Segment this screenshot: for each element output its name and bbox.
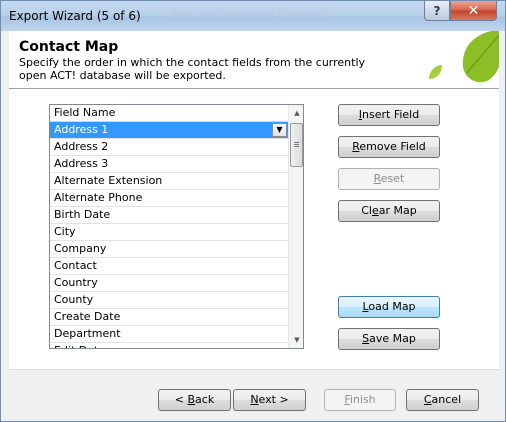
list-item-label: Alternate Phone xyxy=(54,191,143,204)
small-leaf-icon xyxy=(429,65,442,79)
window-title: Export Wizard (5 of 6) xyxy=(9,9,141,23)
list-item[interactable]: City xyxy=(50,224,288,241)
list-item-label: Company xyxy=(54,242,107,255)
list-item[interactable]: County xyxy=(50,292,288,309)
list-item-label: Country xyxy=(54,276,98,289)
chevron-down-icon[interactable]: ▼ xyxy=(272,123,287,137)
list-item-label: Birth Date xyxy=(54,208,111,221)
list-item[interactable]: Country xyxy=(50,275,288,292)
page-description: Specify the order in which the contact f… xyxy=(19,56,366,82)
list-item-label: Edit Date xyxy=(54,344,105,348)
list-item-label: Contact xyxy=(54,259,97,272)
list-item-label: Department xyxy=(54,327,121,340)
background-window-title: New and Improved Features xyxy=(171,8,326,21)
list-item[interactable]: Create Date xyxy=(50,309,288,326)
list-item-label: City xyxy=(54,225,76,238)
list-item[interactable]: Company xyxy=(50,241,288,258)
page-title: Contact Map xyxy=(19,39,119,55)
cancel-button[interactable]: Cancel xyxy=(406,389,479,411)
export-wizard-window: Export Wizard (5 of 6) New and Improved … xyxy=(0,0,506,422)
list-item[interactable]: Department xyxy=(50,326,288,343)
list-item-label: Address 3 xyxy=(54,157,109,170)
close-icon: ✕ xyxy=(467,2,480,19)
close-button[interactable]: ✕ xyxy=(450,1,497,21)
scroll-up-icon[interactable]: ▲ xyxy=(289,105,303,121)
list-item-label: Create Date xyxy=(54,310,121,323)
help-icon: ? xyxy=(433,3,441,18)
list-item-label: Alternate Extension xyxy=(54,174,163,187)
field-name-column-header[interactable]: Field Name xyxy=(50,105,288,122)
leaf-logo-icon xyxy=(462,31,499,83)
list-item[interactable]: Contact xyxy=(50,258,288,275)
list-item-label: County xyxy=(54,293,94,306)
list-item-label: Address 2 xyxy=(54,140,109,153)
list-item[interactable]: Address 2 xyxy=(50,139,288,156)
title-bar[interactable]: Export Wizard (5 of 6) New and Improved … xyxy=(1,1,505,31)
list-item-label: Address 1 xyxy=(54,123,109,136)
back-button[interactable]: < Back xyxy=(158,389,231,411)
save-map-button[interactable]: Save Map xyxy=(338,328,440,350)
finish-button[interactable]: Finish xyxy=(324,389,396,411)
list-item[interactable]: Alternate Extension xyxy=(50,173,288,190)
list-scrollbar[interactable]: ▲ ▼ xyxy=(288,105,303,348)
list-item[interactable]: Alternate Phone xyxy=(50,190,288,207)
load-map-button[interactable]: Load Map xyxy=(338,296,440,318)
wizard-header: Contact Map Specify the order in which t… xyxy=(9,31,499,89)
field-list-rows: Address 1 ▼ Address 2 Address 3 Alternate Ex… xyxy=(50,122,288,348)
list-item[interactable]: Address 1 ▼ xyxy=(50,122,288,139)
list-item[interactable]: Address 3 xyxy=(50,156,288,173)
remove-field-button[interactable]: Remove Field xyxy=(338,136,440,158)
next-button[interactable]: Next > xyxy=(233,389,306,411)
reset-button[interactable]: Reset xyxy=(338,168,440,190)
list-item[interactable]: Birth Date xyxy=(50,207,288,224)
list-item[interactable]: Edit Date xyxy=(50,343,288,348)
footer-separator xyxy=(9,369,499,370)
insert-field-button[interactable]: Insert Field xyxy=(338,104,440,126)
scroll-down-icon[interactable]: ▼ xyxy=(289,332,303,348)
field-name-list[interactable]: Field Name Address 1 ▼ Address 2 Address 3A… xyxy=(49,104,304,349)
clear-map-button[interactable]: Clear Map xyxy=(338,200,440,222)
help-button[interactable]: ? xyxy=(424,1,450,21)
scroll-thumb[interactable] xyxy=(290,123,303,167)
